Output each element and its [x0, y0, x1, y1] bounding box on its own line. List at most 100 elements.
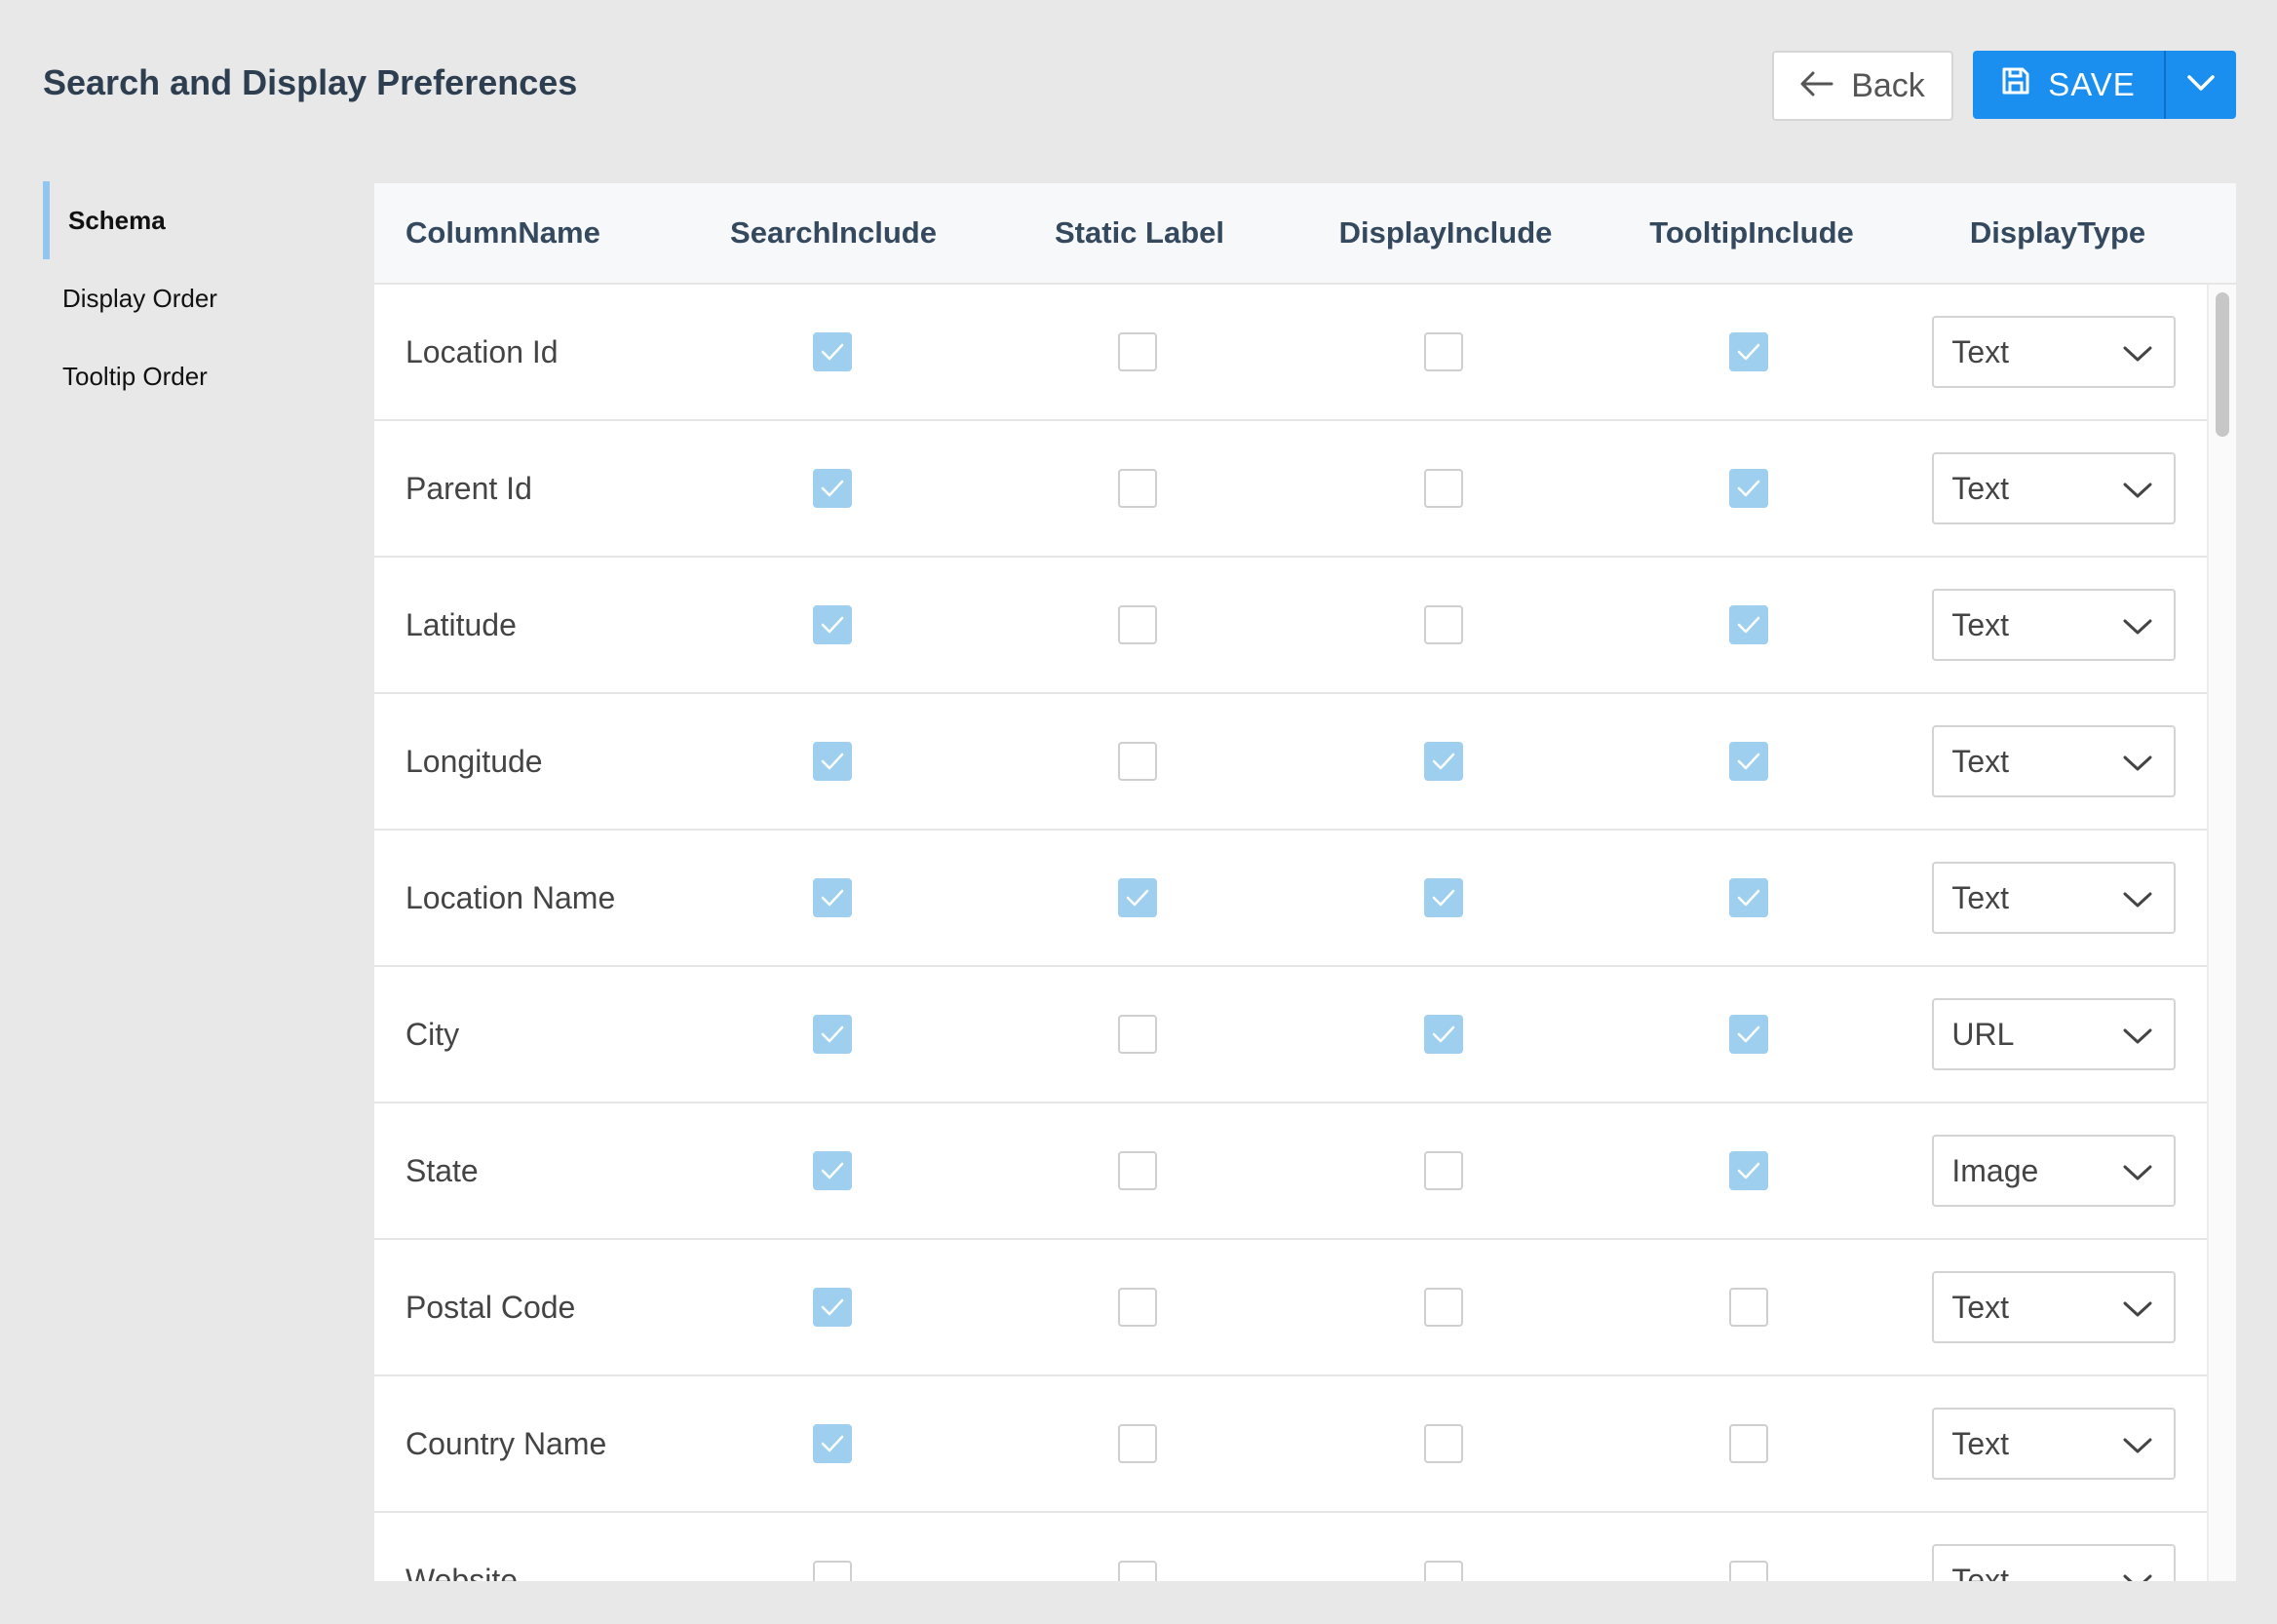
static-label-cell: [985, 1151, 1291, 1190]
displayinclude-cell: [1291, 332, 1596, 371]
displaytype-value: URL: [1951, 1016, 2015, 1052]
displayinclude-checkbox[interactable]: [1423, 1015, 1463, 1054]
table-row: State Image: [374, 1103, 2207, 1240]
tooltipinclude-checkbox[interactable]: [1729, 878, 1769, 917]
displaytype-select[interactable]: Text: [1932, 589, 2177, 661]
displaytype-select[interactable]: Text: [1932, 1408, 2177, 1480]
displayinclude-checkbox[interactable]: [1423, 1288, 1463, 1327]
displayinclude-checkbox[interactable]: [1423, 605, 1463, 644]
displaytype-select[interactable]: Text: [1932, 862, 2177, 934]
displayinclude-checkbox[interactable]: [1423, 469, 1463, 508]
displaytype-cell: Text: [1902, 1271, 2207, 1343]
static-label-checkbox[interactable]: [1118, 332, 1158, 371]
displaytype-value: Text: [1951, 1562, 2010, 1582]
tooltipinclude-checkbox[interactable]: [1729, 1015, 1769, 1054]
static-label-checkbox[interactable]: [1118, 605, 1158, 644]
displaytype-select[interactable]: Text: [1932, 1271, 2177, 1343]
tooltipinclude-cell: [1596, 469, 1901, 508]
checkmark-icon: [821, 1025, 844, 1043]
tooltipinclude-checkbox[interactable]: [1729, 1561, 1769, 1581]
displayinclude-cell: [1291, 1288, 1596, 1327]
table-row: City URL: [374, 967, 2207, 1103]
sidebar-item-display-order[interactable]: Display Order: [43, 259, 355, 337]
static-label-checkbox[interactable]: [1118, 1424, 1158, 1463]
schema-table-panel: ColumnName SearchInclude Static Label Di…: [374, 183, 2236, 1581]
tooltipinclude-cell: [1596, 1015, 1901, 1054]
searchinclude-cell: [679, 1151, 984, 1190]
searchinclude-checkbox[interactable]: [813, 605, 853, 644]
tooltipinclude-cell: [1596, 1424, 1901, 1463]
displaytype-select[interactable]: URL: [1932, 998, 2177, 1070]
displayinclude-cell: [1291, 1561, 1596, 1581]
static-label-cell: [985, 605, 1291, 644]
tooltipinclude-checkbox[interactable]: [1729, 1151, 1769, 1190]
column-name-cell: Postal Code: [405, 1289, 576, 1325]
chevron-down-icon: [2123, 1153, 2152, 1189]
save-button-group: SAVE: [1973, 51, 2236, 119]
static-label-cell: [985, 1561, 1291, 1581]
chevron-down-icon: [2123, 744, 2152, 780]
displaytype-cell: Text: [1902, 1408, 2207, 1480]
static-label-checkbox[interactable]: [1118, 1151, 1158, 1190]
static-label-checkbox[interactable]: [1118, 469, 1158, 508]
searchinclude-checkbox[interactable]: [813, 878, 853, 917]
displaytype-cell: Text: [1902, 452, 2207, 524]
static-label-checkbox[interactable]: [1118, 1015, 1158, 1054]
displaytype-select[interactable]: Text: [1932, 316, 2177, 388]
table-row: Longitude Text: [374, 694, 2207, 831]
column-header-columnname: ColumnName: [405, 215, 600, 250]
displayinclude-cell: [1291, 605, 1596, 644]
tooltipinclude-checkbox[interactable]: [1729, 605, 1769, 644]
table-body: Location Id Text Parent Id Text Latitude Text…: [374, 285, 2207, 1581]
table-scrollbar[interactable]: [2207, 285, 2236, 1581]
searchinclude-checkbox[interactable]: [813, 1561, 853, 1581]
static-label-cell: [985, 469, 1291, 508]
back-button[interactable]: Back: [1772, 51, 1953, 121]
displaytype-select[interactable]: Text: [1932, 725, 2177, 797]
chevron-down-icon: [2123, 334, 2152, 370]
tooltipinclude-checkbox[interactable]: [1729, 1424, 1769, 1463]
static-label-checkbox[interactable]: [1118, 1561, 1158, 1581]
sidebar-item-schema[interactable]: Schema: [43, 181, 355, 259]
displaytype-select[interactable]: Image: [1932, 1135, 2177, 1207]
sidebar-item-tooltip-order[interactable]: Tooltip Order: [43, 337, 355, 415]
column-name-cell: Parent Id: [405, 470, 532, 506]
tooltipinclude-checkbox[interactable]: [1729, 332, 1769, 371]
column-header-static-label: Static Label: [1055, 215, 1224, 250]
displayinclude-checkbox[interactable]: [1423, 1151, 1463, 1190]
displayinclude-checkbox[interactable]: [1423, 332, 1463, 371]
tooltipinclude-checkbox[interactable]: [1729, 742, 1769, 781]
displaytype-select[interactable]: Text: [1932, 1544, 2177, 1582]
tooltipinclude-checkbox[interactable]: [1729, 469, 1769, 508]
sidebar-item-label: Tooltip Order: [62, 361, 208, 391]
searchinclude-checkbox[interactable]: [813, 1424, 853, 1463]
searchinclude-checkbox[interactable]: [813, 1015, 853, 1054]
scrollbar-thumb[interactable]: [2216, 292, 2229, 437]
column-name-cell: Country Name: [405, 1425, 607, 1461]
searchinclude-checkbox[interactable]: [813, 1288, 853, 1327]
tooltipinclude-checkbox[interactable]: [1729, 1288, 1769, 1327]
displaytype-value: Text: [1951, 470, 2010, 506]
searchinclude-checkbox[interactable]: [813, 742, 853, 781]
displayinclude-checkbox[interactable]: [1423, 878, 1463, 917]
static-label-cell: [985, 1015, 1291, 1054]
displayinclude-cell: [1291, 1015, 1596, 1054]
displayinclude-cell: [1291, 1151, 1596, 1190]
searchinclude-checkbox[interactable]: [813, 1151, 853, 1190]
searchinclude-checkbox[interactable]: [813, 469, 853, 508]
checkmark-icon: [1737, 480, 1760, 497]
checkmark-icon: [1737, 616, 1760, 634]
static-label-checkbox[interactable]: [1118, 1288, 1158, 1327]
checkmark-icon: [1737, 1025, 1760, 1043]
displayinclude-checkbox[interactable]: [1423, 1561, 1463, 1581]
save-options-toggle[interactable]: [2164, 51, 2236, 119]
searchinclude-checkbox[interactable]: [813, 332, 853, 371]
displaytype-value: Text: [1951, 743, 2010, 779]
displaytype-select[interactable]: Text: [1932, 452, 2177, 524]
static-label-checkbox[interactable]: [1118, 742, 1158, 781]
static-label-checkbox[interactable]: [1118, 878, 1158, 917]
displayinclude-checkbox[interactable]: [1423, 742, 1463, 781]
save-button[interactable]: SAVE: [1973, 51, 2164, 119]
displaytype-cell: URL: [1902, 998, 2207, 1070]
displayinclude-checkbox[interactable]: [1423, 1424, 1463, 1463]
